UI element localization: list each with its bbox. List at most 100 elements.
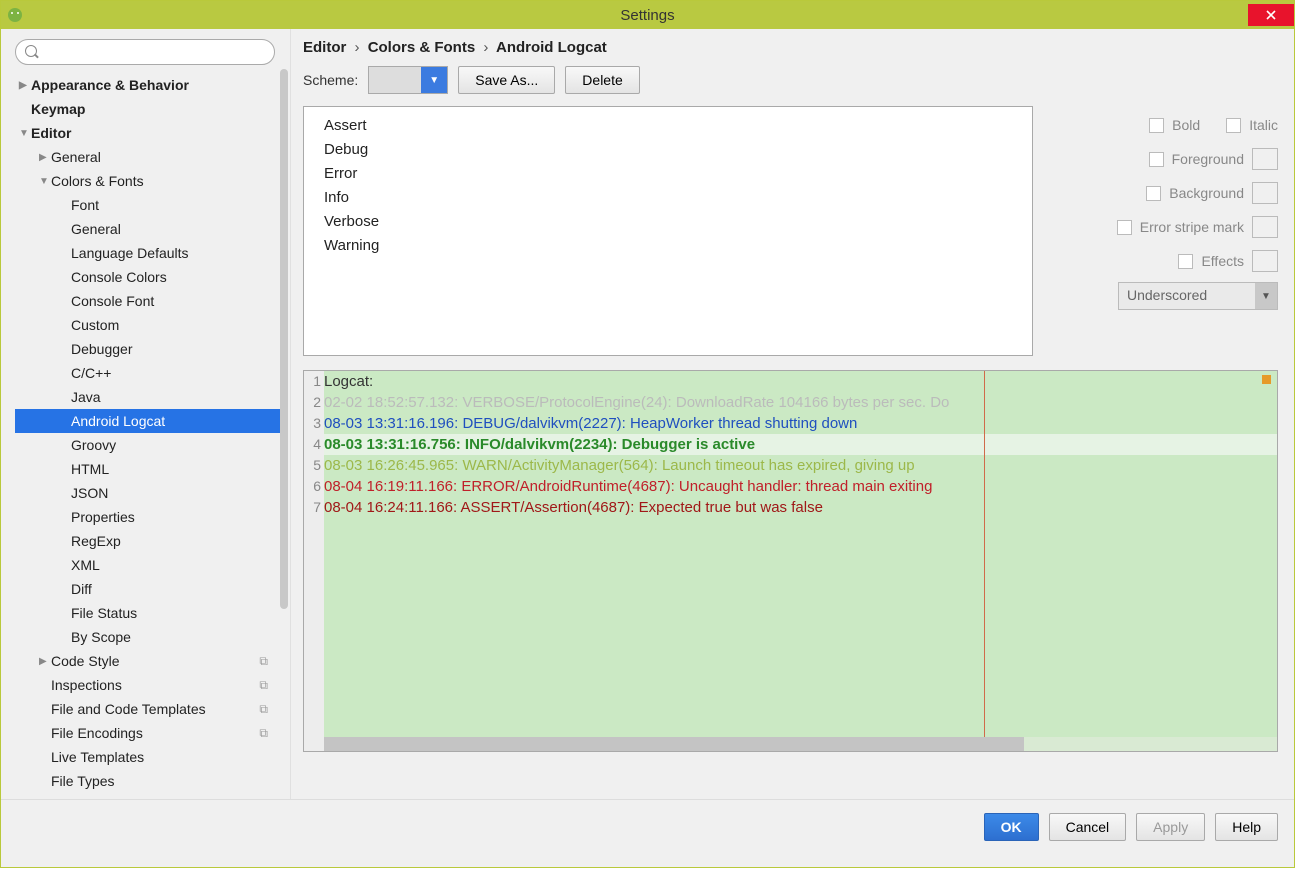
tree-item-file-encodings[interactable]: File Encodings ⧉ xyxy=(15,721,284,745)
bold-checkbox[interactable] xyxy=(1149,118,1164,133)
ok-button[interactable]: OK xyxy=(984,813,1039,841)
tree-item-properties[interactable]: Properties xyxy=(15,505,284,529)
preview-hscrollbar[interactable] xyxy=(324,737,1277,751)
tree-item-label: File Types xyxy=(51,773,115,789)
tree-item-debugger[interactable]: Debugger xyxy=(15,337,284,361)
tree-item-c-c-[interactable]: C/C++ xyxy=(15,361,284,385)
effects-select[interactable]: Underscored ▼ xyxy=(1118,282,1278,310)
stripe-checkbox[interactable] xyxy=(1117,220,1132,235)
titlebar: Settings xyxy=(1,1,1294,29)
tree-item-live-templates[interactable]: Live Templates xyxy=(15,745,284,769)
copy-icon: ⧉ xyxy=(259,726,268,741)
tree-item-file-types[interactable]: File Types xyxy=(15,769,284,793)
level-item-debug[interactable]: Debug xyxy=(324,137,1012,161)
tree-item-label: Editor xyxy=(31,125,71,141)
tree-item-colors-fonts[interactable]: ▼Colors & Fonts xyxy=(15,169,284,193)
foreground-label: Foreground xyxy=(1172,151,1244,167)
log-level-list[interactable]: AssertDebugErrorInfoVerboseWarning xyxy=(303,106,1033,356)
foreground-checkbox[interactable] xyxy=(1149,152,1164,167)
tree-item-groovy[interactable]: Groovy xyxy=(15,433,284,457)
tree-item-html[interactable]: HTML xyxy=(15,457,284,481)
save-as-button[interactable]: Save As... xyxy=(458,66,555,94)
tree-item-label: Code Style xyxy=(51,653,119,669)
tree-item-diff[interactable]: Diff xyxy=(15,577,284,601)
chevron-right-icon: ▶ xyxy=(19,80,31,91)
help-button[interactable]: Help xyxy=(1215,813,1278,841)
delete-button[interactable]: Delete xyxy=(565,66,639,94)
level-item-info[interactable]: Info xyxy=(324,185,1012,209)
tree-item-editor[interactable]: ▼Editor xyxy=(15,121,284,145)
chevron-down-icon: ▼ xyxy=(421,67,447,93)
tree-item-label: Properties xyxy=(71,509,135,525)
tree-item-by-scope[interactable]: By Scope xyxy=(15,625,284,649)
settings-tree[interactable]: ▶Appearance & BehaviorKeymap▼Editor▶Gene… xyxy=(15,73,284,793)
line-gutter: 1234567 xyxy=(304,371,324,751)
effects-checkbox[interactable] xyxy=(1178,254,1193,269)
tree-item-android-logcat[interactable]: Android Logcat xyxy=(15,409,284,433)
tree-item-xml[interactable]: XML xyxy=(15,553,284,577)
window-title: Settings xyxy=(620,7,674,24)
tree-item-label: Live Templates xyxy=(51,749,144,765)
close-button[interactable] xyxy=(1248,4,1294,26)
effects-swatch[interactable] xyxy=(1252,250,1278,272)
tree-item-label: Java xyxy=(71,389,101,405)
stripe-swatch[interactable] xyxy=(1252,216,1278,238)
level-item-verbose[interactable]: Verbose xyxy=(324,209,1012,233)
chevron-right-icon: › xyxy=(483,39,488,56)
tree-item-java[interactable]: Java xyxy=(15,385,284,409)
tree-item-general[interactable]: ▶General xyxy=(15,145,284,169)
level-item-assert[interactable]: Assert xyxy=(324,113,1012,137)
app-icon xyxy=(7,7,23,23)
copy-icon: ⧉ xyxy=(259,678,268,693)
search-input[interactable] xyxy=(15,39,275,65)
effects-value: Underscored xyxy=(1119,283,1255,309)
copy-icon: ⧉ xyxy=(259,654,268,669)
stripe-marker xyxy=(1262,375,1271,384)
tree-item-console-colors[interactable]: Console Colors xyxy=(15,265,284,289)
tree-item-json[interactable]: JSON xyxy=(15,481,284,505)
tree-item-regexp[interactable]: RegExp xyxy=(15,529,284,553)
tree-item-label: RegExp xyxy=(71,533,121,549)
tree-item-label: Appearance & Behavior xyxy=(31,77,189,93)
tree-item-label: Console Colors xyxy=(71,269,167,285)
tree-item-label: Custom xyxy=(71,317,119,333)
tree-item-appearance-behavior[interactable]: ▶Appearance & Behavior xyxy=(15,73,284,97)
dialog-footer: OK Cancel Apply Help xyxy=(1,799,1294,853)
chevron-down-icon: ▼ xyxy=(1255,283,1277,309)
tree-item-inspections[interactable]: Inspections⧉ xyxy=(15,673,284,697)
tree-item-font[interactable]: Font xyxy=(15,193,284,217)
preview-pane: 1234567 Logcat: 02-02 18:52:57.132: VERB… xyxy=(303,370,1278,752)
tree-item-console-font[interactable]: Console Font xyxy=(15,289,284,313)
tree-item-label: Groovy xyxy=(71,437,116,453)
tree-item-label: Diff xyxy=(71,581,92,597)
italic-checkbox[interactable] xyxy=(1226,118,1241,133)
background-label: Background xyxy=(1169,185,1244,201)
level-item-warning[interactable]: Warning xyxy=(324,233,1012,257)
level-item-error[interactable]: Error xyxy=(324,161,1012,185)
tree-item-custom[interactable]: Custom xyxy=(15,313,284,337)
scheme-select[interactable]: ▼ xyxy=(368,66,448,94)
tree-item-keymap[interactable]: Keymap xyxy=(15,97,284,121)
breadcrumb-colors-fonts: Colors & Fonts xyxy=(368,39,476,56)
tree-item-language-defaults[interactable]: Language Defaults xyxy=(15,241,284,265)
apply-button[interactable]: Apply xyxy=(1136,813,1205,841)
preview-lines: Logcat: 02-02 18:52:57.132: VERBOSE/Prot… xyxy=(324,371,1277,518)
sidebar-scrollbar[interactable] xyxy=(280,69,288,609)
chevron-right-icon: ▶ xyxy=(39,656,51,667)
background-swatch[interactable] xyxy=(1252,182,1278,204)
cancel-button[interactable]: Cancel xyxy=(1049,813,1127,841)
tree-item-general[interactable]: General xyxy=(15,217,284,241)
chevron-down-icon: ▼ xyxy=(19,128,31,139)
tree-item-code-style[interactable]: ▶Code Style ⧉ xyxy=(15,649,284,673)
tree-item-label: Keymap xyxy=(31,101,85,117)
foreground-swatch[interactable] xyxy=(1252,148,1278,170)
tree-item-file-status[interactable]: File Status xyxy=(15,601,284,625)
chevron-down-icon: ▼ xyxy=(39,176,51,187)
tree-item-file-and-code-templates[interactable]: File and Code Templates⧉ xyxy=(15,697,284,721)
background-checkbox[interactable] xyxy=(1146,186,1161,201)
tree-item-label: General xyxy=(71,221,121,237)
tree-item-label: Font xyxy=(71,197,99,213)
tree-item-label: File Status xyxy=(71,605,137,621)
tree-item-label: Language Defaults xyxy=(71,245,189,261)
tree-item-label: File Encodings xyxy=(51,725,143,741)
